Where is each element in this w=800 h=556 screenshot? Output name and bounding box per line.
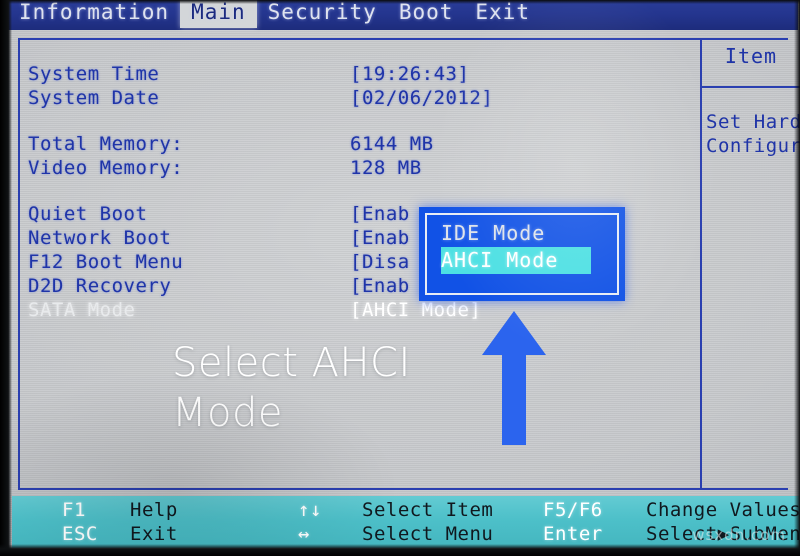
menu-tab-security[interactable]: Security bbox=[257, 0, 388, 28]
footer-key: F1 bbox=[62, 499, 86, 521]
setting-label: Quiet Boot bbox=[28, 203, 148, 225]
setting-value[interactable]: [Enab bbox=[350, 274, 410, 298]
setting-label: System Time bbox=[28, 63, 160, 85]
footer-action-label: Select Item bbox=[362, 499, 494, 521]
sata-mode-dropdown-options: IDE Mode AHCI Mode bbox=[425, 213, 619, 295]
setting-label: SATA Mode bbox=[28, 299, 136, 321]
setting-row[interactable]: SATA Mode [AHCI Mode] bbox=[28, 298, 688, 322]
setting-value[interactable]: [19:26:43] bbox=[350, 62, 469, 86]
setting-row[interactable]: Total Memory: 6144 MB bbox=[28, 132, 688, 156]
pane-vertical-divider bbox=[700, 38, 702, 490]
menu-tab-exit[interactable]: Exit bbox=[464, 0, 541, 28]
sata-mode-dropdown[interactable]: IDE Mode AHCI Mode bbox=[419, 207, 625, 301]
setting-label: D2D Recovery bbox=[28, 275, 172, 297]
setting-value[interactable]: [Disa bbox=[350, 250, 410, 274]
footer-action-label: Select Menu bbox=[362, 523, 494, 545]
footer-key: ESC bbox=[62, 523, 98, 545]
watermark: wsxdn.com bbox=[692, 526, 786, 544]
setting-value[interactable]: 6144 MB bbox=[350, 132, 434, 156]
setting-label: Total Memory: bbox=[28, 133, 184, 155]
setting-label: F12 Boot Menu bbox=[28, 251, 184, 273]
help-pane-line-1: Set Hard bbox=[706, 111, 800, 133]
setting-value[interactable]: [Enab bbox=[350, 202, 410, 226]
dropdown-option-ide[interactable]: IDE Mode bbox=[441, 220, 591, 247]
footer-key: Enter bbox=[543, 523, 603, 545]
help-pane-line-2: Configur bbox=[706, 135, 800, 157]
bezel-left bbox=[0, 0, 12, 556]
bios-footer-keybar: F1Help↑↓Select ItemF5/F6Change ValuesF9S… bbox=[12, 496, 800, 548]
help-pane-body: Set Hard Configur bbox=[706, 110, 800, 158]
footer-key: ↑↓ bbox=[298, 499, 322, 521]
help-pane-title: Item bbox=[724, 44, 778, 68]
footer-action-label: Help bbox=[130, 499, 178, 521]
setting-value[interactable]: [AHCI Mode] bbox=[350, 298, 481, 322]
settings-spacer bbox=[28, 180, 688, 202]
setting-value[interactable]: [02/06/2012] bbox=[350, 86, 493, 110]
footer-action-label: Change Values bbox=[646, 499, 800, 521]
setting-row[interactable]: Video Memory: 128 MB bbox=[28, 156, 688, 180]
footer-key: F5/F6 bbox=[543, 499, 603, 521]
dropdown-option-ahci[interactable]: AHCI Mode bbox=[441, 247, 591, 274]
setting-value[interactable]: [Enab bbox=[350, 226, 410, 250]
footer-key: ↔ bbox=[298, 523, 310, 545]
menu-tab-boot[interactable]: Boot bbox=[388, 0, 465, 28]
bios-menu-bar: Information Main Security Boot Exit bbox=[8, 0, 798, 30]
annotation-arrow-up-icon bbox=[482, 311, 546, 445]
setting-row[interactable]: System Time [19:26:43] bbox=[28, 62, 688, 86]
item-help-pane: Item Set Hard Configur bbox=[706, 44, 800, 158]
setting-label: Network Boot bbox=[28, 227, 172, 249]
menu-tab-main[interactable]: Main bbox=[180, 0, 257, 28]
setting-label: Video Memory: bbox=[28, 157, 184, 179]
bios-setup-screen: Information Main Security Boot Exit System T… bbox=[0, 0, 800, 556]
settings-spacer bbox=[28, 110, 688, 132]
annotation-text: Select AHCI Mode bbox=[172, 340, 411, 436]
setting-value[interactable]: 128 MB bbox=[350, 156, 422, 180]
setting-label: System Date bbox=[28, 87, 160, 109]
footer-action-label: Exit bbox=[130, 523, 178, 545]
setting-row[interactable]: System Date [02/06/2012] bbox=[28, 86, 688, 110]
menu-tab-information[interactable]: Information bbox=[8, 0, 180, 28]
